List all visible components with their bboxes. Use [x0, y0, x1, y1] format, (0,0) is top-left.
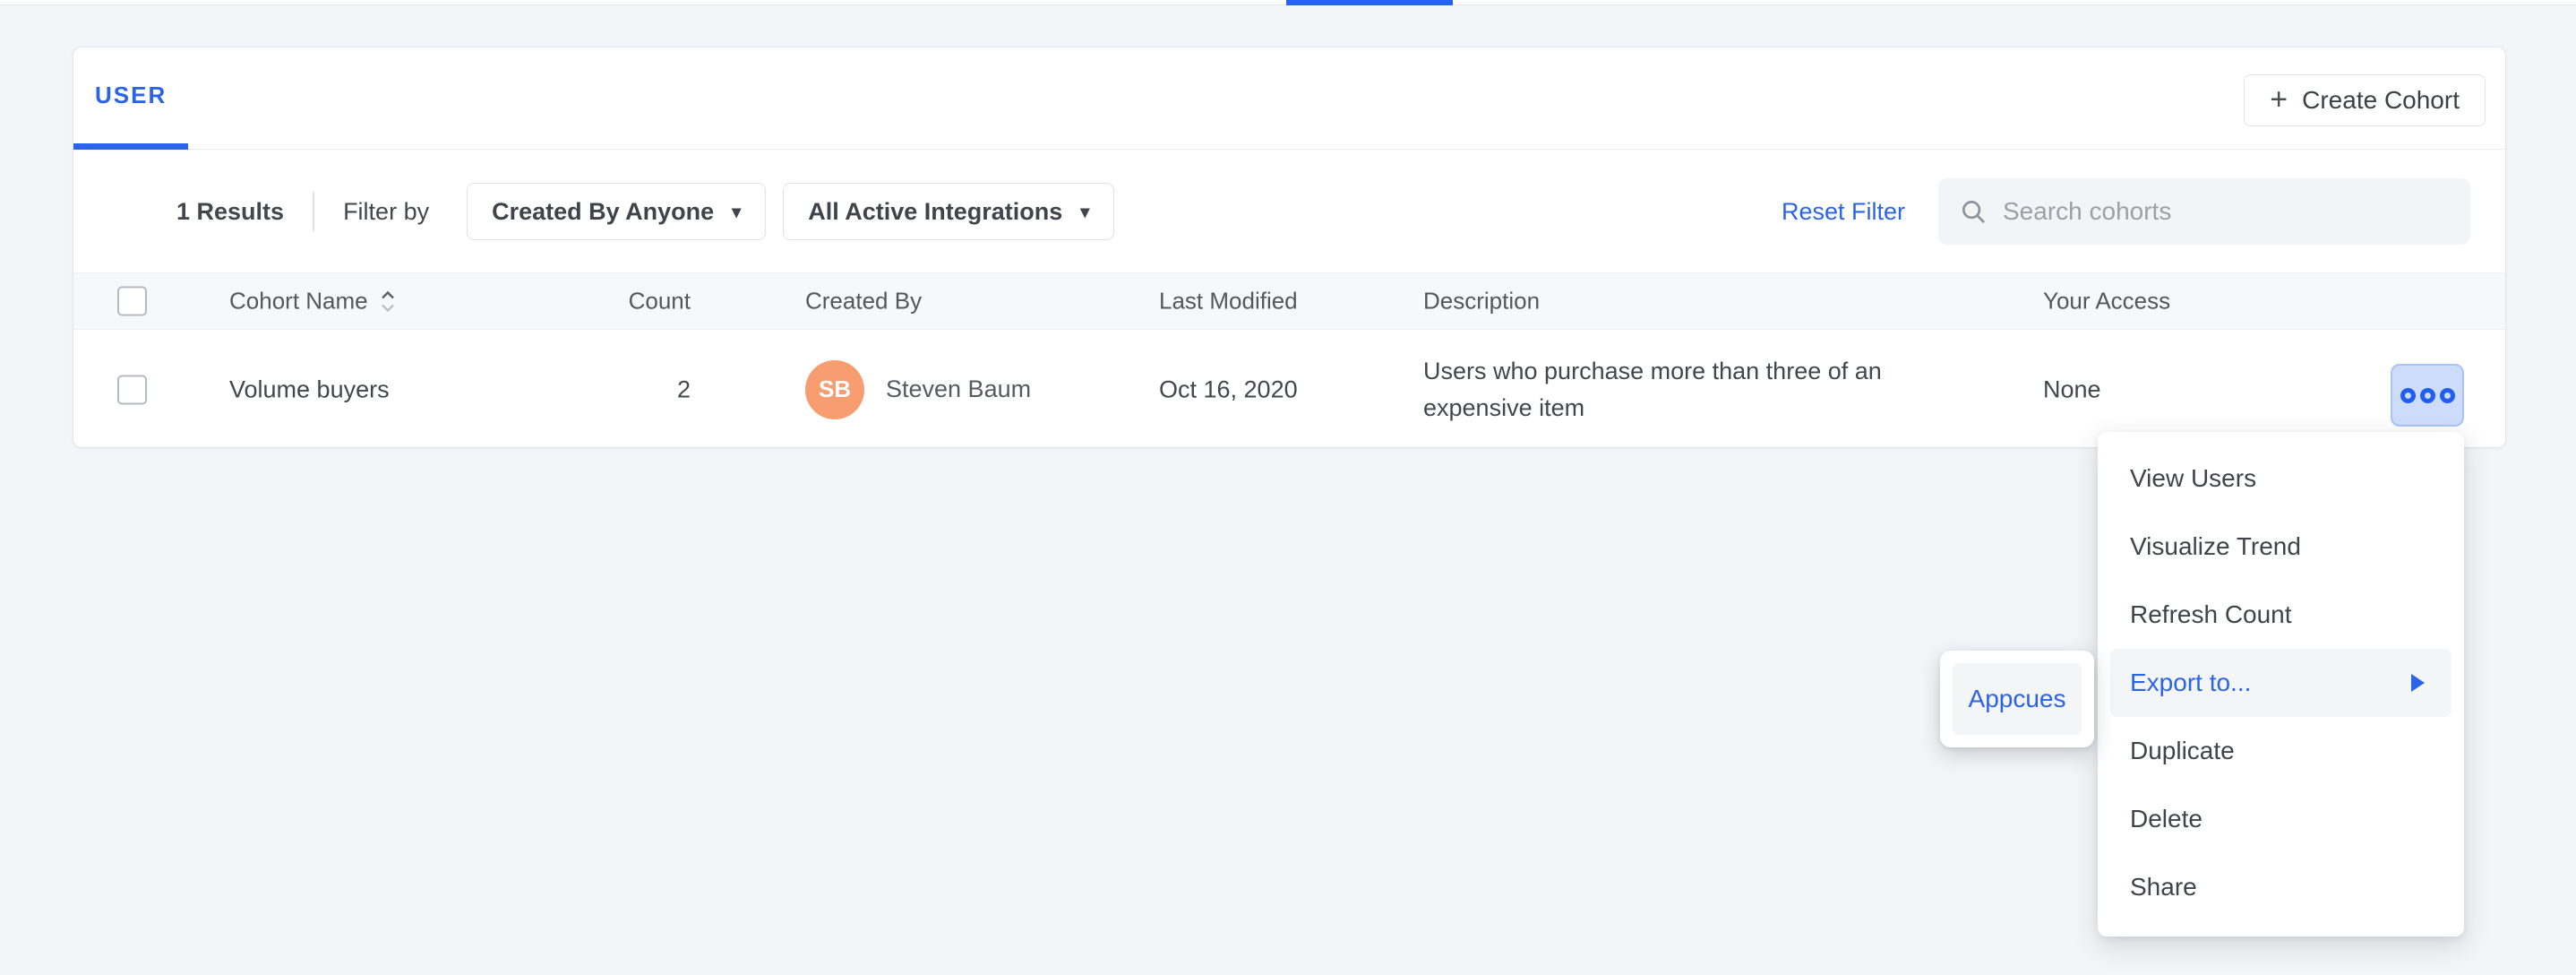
menu-item-view-users[interactable]: View Users: [2098, 444, 2464, 513]
tab-strip: USER + Create Cohort: [73, 47, 2505, 150]
menu-item-export-to[interactable]: Export to...: [2110, 649, 2451, 717]
menu-item-delete[interactable]: Delete: [2098, 785, 2464, 853]
avatar: SB: [805, 360, 864, 419]
row-actions-button[interactable]: [2391, 364, 2464, 427]
three-dots-icon: [2400, 388, 2416, 403]
integrations-dropdown[interactable]: All Active Integrations ▾: [783, 183, 1114, 240]
description-value: Users who purchase more than three of an…: [1423, 353, 1925, 427]
column-header-count[interactable]: Count: [511, 288, 691, 315]
table-header: Cohort Name Count Created By Last Modifi…: [73, 272, 2505, 330]
chevron-down-icon: ▾: [732, 201, 741, 223]
export-submenu: Appcues: [1940, 651, 2094, 747]
tab-user-label: USER: [95, 82, 167, 109]
sort-chevrons-icon: [379, 289, 397, 313]
results-count: 1 Results: [176, 198, 284, 226]
select-all-checkbox[interactable]: [117, 287, 147, 316]
cohort-name-link[interactable]: Volume buyers: [229, 375, 390, 403]
divider: [313, 192, 314, 231]
column-header-cohort-name[interactable]: Cohort Name: [229, 288, 397, 315]
create-cohort-button[interactable]: + Create Cohort: [2244, 74, 2486, 126]
menu-item-export-to-label: Export to...: [2130, 669, 2251, 697]
chevron-down-icon: ▾: [1080, 201, 1089, 223]
search-input[interactable]: [2003, 197, 2449, 226]
tab-user[interactable]: USER: [73, 47, 188, 150]
right-triangle-icon: [2411, 674, 2425, 692]
active-tab-indicator: [1286, 0, 1453, 5]
menu-item-duplicate[interactable]: Duplicate: [2098, 717, 2464, 785]
column-header-last-modified[interactable]: Last Modified: [1159, 288, 1298, 315]
last-modified-value: Oct 16, 2020: [1159, 375, 1298, 403]
integrations-dropdown-value: All Active Integrations: [808, 198, 1062, 226]
menu-item-refresh-count[interactable]: Refresh Count: [2098, 581, 2464, 649]
creator-name: Steven Baum: [886, 375, 1031, 403]
table-row: Volume buyers 2 SB Steven Baum Oct 16, 2…: [73, 331, 2505, 448]
plus-icon: +: [2270, 84, 2288, 115]
access-value: None: [2043, 375, 2101, 403]
submenu-item-appcues[interactable]: Appcues: [1953, 663, 2082, 735]
row-actions-menu: View Users Visualize Trend Refresh Count…: [2098, 432, 2464, 936]
menu-item-share[interactable]: Share: [2098, 853, 2464, 921]
created-by-dropdown-value: Created By Anyone: [492, 198, 714, 226]
created-by-dropdown[interactable]: Created By Anyone ▾: [467, 183, 766, 240]
create-cohort-label: Create Cohort: [2302, 86, 2460, 115]
menu-item-visualize-trend[interactable]: Visualize Trend: [2098, 513, 2464, 581]
filter-bar: 1 Results Filter by Created By Anyone ▾ …: [73, 151, 2505, 272]
column-header-your-access[interactable]: Your Access: [2043, 288, 2170, 315]
row-checkbox[interactable]: [117, 375, 147, 404]
search-box[interactable]: [1938, 178, 2470, 245]
cohort-count: 2: [511, 375, 691, 403]
cohorts-card: USER + Create Cohort 1 Results Filter by…: [73, 47, 2506, 448]
reset-filter-link[interactable]: Reset Filter: [1782, 198, 1905, 226]
top-nav-strip: [0, 0, 2576, 5]
column-header-description[interactable]: Description: [1423, 288, 1540, 315]
search-icon: [1960, 198, 1987, 225]
filter-by-label: Filter by: [343, 198, 429, 226]
column-header-created-by[interactable]: Created By: [805, 288, 922, 315]
created-by-cell: SB Steven Baum: [805, 360, 1031, 419]
